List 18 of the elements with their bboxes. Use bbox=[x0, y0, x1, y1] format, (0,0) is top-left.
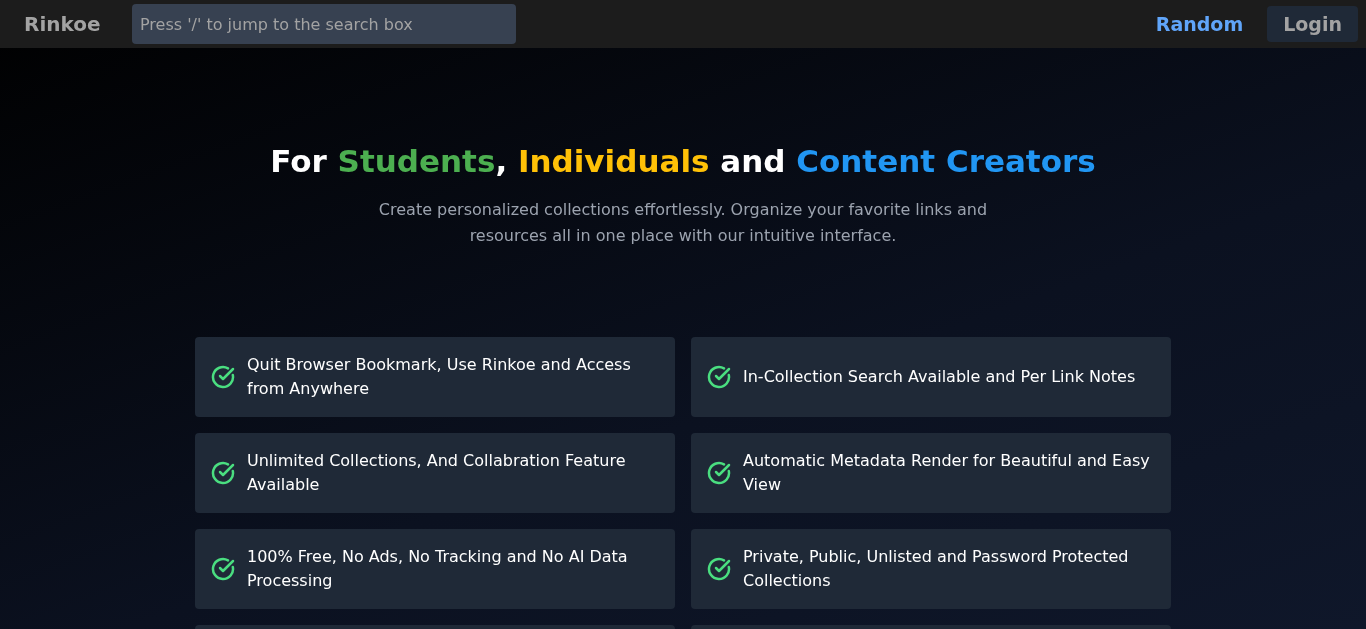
feature-text: Quit Browser Bookmark, Use Rinkoe and Access from Anywhere bbox=[247, 354, 632, 400]
search-field[interactable]: Press '/' to jump to the search box bbox=[132, 4, 516, 44]
check-circle-icon bbox=[707, 365, 731, 389]
feature-text: Unlimited Collections, And Collabration Feature Available bbox=[247, 450, 627, 496]
feature-text: 100% Free, No Ads, No Tracking and No AI Data Processing bbox=[247, 546, 629, 592]
hero-title: For Students, Individuals and Content Creators bbox=[270, 142, 1096, 181]
hero-subtitle: Create personalized collections effortlessly. Organize your favorite links and resources all in one place with our intuitive interface. bbox=[377, 199, 989, 247]
random-link[interactable]: Random bbox=[1155, 9, 1244, 39]
feature-text: In-Collection Search Available and Per Link Notes bbox=[743, 366, 1136, 388]
check-circle-icon bbox=[707, 557, 731, 581]
check-circle-icon bbox=[707, 461, 731, 485]
check-circle-icon bbox=[211, 365, 235, 389]
logo[interactable]: Rinkoe bbox=[24, 9, 132, 39]
feature-text: Automatic Metadata Render for Beautiful and Easy View bbox=[743, 450, 1151, 496]
check-circle-icon bbox=[211, 557, 235, 581]
login-button[interactable]: Login bbox=[1267, 6, 1358, 42]
feature-text: Private, Public, Unlisted and Password Protected Collections bbox=[743, 546, 1130, 592]
check-circle-icon bbox=[211, 461, 235, 485]
